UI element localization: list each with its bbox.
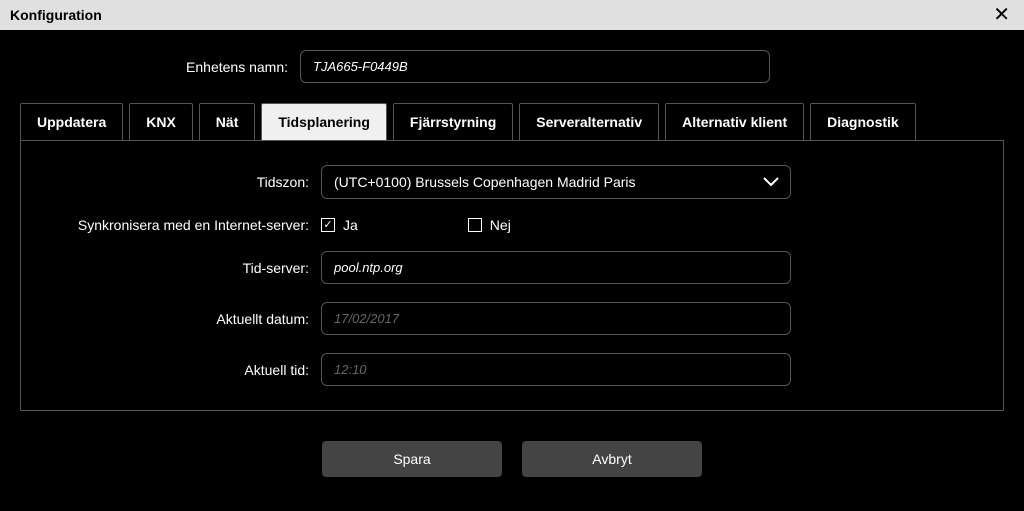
tab-tidsplanering[interactable]: Tidsplanering xyxy=(261,103,387,140)
tab-knx[interactable]: KNX xyxy=(129,103,193,140)
tab-diagnostik[interactable]: Diagnostik xyxy=(810,103,916,140)
sync-yes-label: Ja xyxy=(343,217,358,233)
cancel-button[interactable]: Avbryt xyxy=(522,441,702,477)
sync-row: Synkronisera med en Internet-server: ✓ J… xyxy=(41,217,983,233)
timeserver-row: Tid-server: xyxy=(41,251,983,284)
timeserver-input[interactable] xyxy=(321,251,791,284)
date-input[interactable] xyxy=(321,302,791,335)
checkbox-unchecked-icon xyxy=(468,218,482,232)
tab-alternativ-klient[interactable]: Alternativ klient xyxy=(665,103,804,140)
sync-label: Synkronisera med en Internet-server: xyxy=(41,217,321,233)
tabs: Uppdatera KNX Nät Tidsplanering Fjärrsty… xyxy=(20,103,1004,140)
tab-panel: Tidszon: (UTC+0100) Brussels Copenhagen … xyxy=(20,140,1004,411)
save-button[interactable]: Spara xyxy=(322,441,502,477)
sync-no-checkbox[interactable]: Nej xyxy=(468,217,511,233)
device-name-input[interactable] xyxy=(300,50,770,83)
window-title: Konfiguration xyxy=(10,7,102,23)
date-row: Aktuellt datum: xyxy=(41,302,983,335)
checkbox-checked-icon: ✓ xyxy=(321,218,335,232)
timezone-select[interactable]: (UTC+0100) Brussels Copenhagen Madrid Pa… xyxy=(321,165,791,199)
device-name-row: Enhetens namn: xyxy=(20,50,1004,83)
time-row: Aktuell tid: xyxy=(41,353,983,386)
content: Enhetens namn: Uppdatera KNX Nät Tidspla… xyxy=(0,30,1024,477)
tab-nat[interactable]: Nät xyxy=(199,103,256,140)
time-label: Aktuell tid: xyxy=(41,362,321,378)
tab-serveralternativ[interactable]: Serveralternativ xyxy=(519,103,659,140)
action-bar: Spara Avbryt xyxy=(20,441,1004,477)
sync-no-label: Nej xyxy=(490,217,511,233)
timeserver-label: Tid-server: xyxy=(41,260,321,276)
tab-fjarrstyrning[interactable]: Fjärrstyrning xyxy=(393,103,513,140)
timezone-row: Tidszon: (UTC+0100) Brussels Copenhagen … xyxy=(41,165,983,199)
timezone-label: Tidszon: xyxy=(41,174,321,190)
device-name-label: Enhetens namn: xyxy=(20,59,300,75)
time-input[interactable] xyxy=(321,353,791,386)
sync-yes-checkbox[interactable]: ✓ Ja xyxy=(321,217,358,233)
titlebar: Konfiguration ✕ xyxy=(0,0,1024,30)
date-label: Aktuellt datum: xyxy=(41,311,321,327)
tab-uppdatera[interactable]: Uppdatera xyxy=(20,103,123,140)
close-icon[interactable]: ✕ xyxy=(989,5,1014,25)
